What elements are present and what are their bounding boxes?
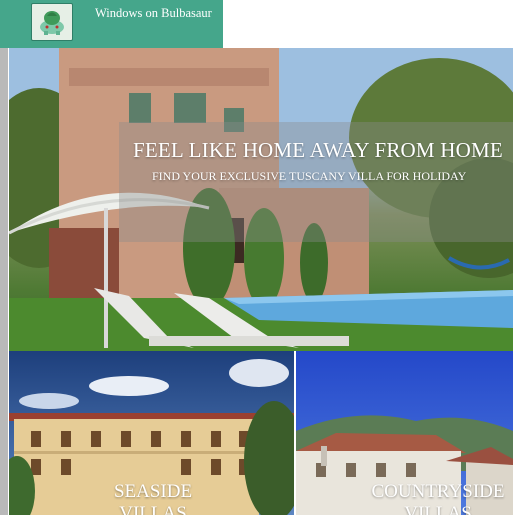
brand-name: Windows on Bulbasaur (95, 6, 212, 20)
seaside-villas-label: SEASIDE VILLAS (113, 481, 193, 515)
left-gutter (0, 48, 8, 515)
hero-title: FEEL LIKE HOME AWAY FROM HOME (133, 138, 503, 162)
page: Windows on Bulbasaur FEEL LIKE HOME AWAY… (0, 0, 513, 515)
countryside-villas-card[interactable]: COUNTRYSIDE VILLAS (296, 351, 513, 515)
brand-home-link[interactable]: Windows on Bulbasaur (0, 0, 223, 48)
seaside-villas-card[interactable]: SEASIDE VILLAS (9, 351, 294, 515)
countryside-villas-label: COUNTRYSIDE VILLAS (371, 481, 505, 515)
bulbasaur-logo-icon (31, 3, 73, 41)
hero-banner[interactable]: FEEL LIKE HOME AWAY FROM HOME FIND YOUR … (9, 48, 513, 351)
hero-subtitle: FIND YOUR EXCLUSIVE TUSCANY VILLA FOR HO… (152, 169, 467, 183)
header-bar (223, 0, 513, 48)
